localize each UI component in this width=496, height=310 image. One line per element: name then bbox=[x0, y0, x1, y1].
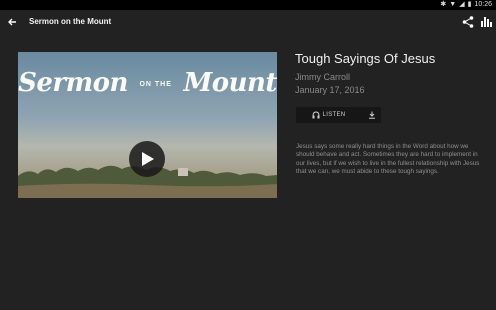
listen-label: LISTEN bbox=[322, 112, 346, 118]
sermon-description: Jesus says some really hard things in th… bbox=[296, 143, 480, 176]
sermon-speaker: Jimmy Carroll bbox=[295, 72, 350, 82]
share-button[interactable] bbox=[461, 15, 475, 29]
download-button[interactable] bbox=[363, 107, 381, 123]
play-button[interactable] bbox=[129, 141, 165, 177]
stats-button[interactable] bbox=[479, 15, 493, 29]
video-player[interactable]: Sermon ON THE Mount bbox=[18, 52, 277, 198]
wifi-icon: ▼ bbox=[449, 1, 457, 8]
listen-button[interactable]: LISTEN bbox=[296, 107, 361, 123]
app-bar: Sermon on the Mount bbox=[0, 10, 496, 34]
signal-icon: ◢ bbox=[459, 1, 465, 8]
sermon-title: Tough Sayings Of Jesus bbox=[295, 51, 436, 66]
arrow-back-icon bbox=[8, 18, 16, 26]
back-button[interactable] bbox=[4, 14, 20, 30]
video-title-art: Sermon ON THE Mount bbox=[18, 68, 277, 98]
bar-chart-icon bbox=[481, 17, 492, 27]
status-time: 10:26 bbox=[474, 1, 492, 8]
status-bar: ✱ ▼ ◢ ▮ 10:26 bbox=[0, 0, 496, 10]
video-title-word1: Sermon bbox=[18, 68, 128, 98]
download-icon bbox=[369, 111, 375, 119]
sermon-details: Tough Sayings Of Jesus Jimmy Carroll Jan… bbox=[295, 51, 485, 95]
play-icon bbox=[142, 152, 154, 166]
sermon-actions: LISTEN bbox=[296, 107, 381, 123]
battery-icon: ▮ bbox=[467, 1, 472, 8]
video-title-word2: Mount bbox=[183, 68, 277, 98]
page-title: Sermon on the Mount bbox=[29, 17, 112, 26]
sermon-date: January 17, 2016 bbox=[295, 85, 365, 95]
bluetooth-icon: ✱ bbox=[440, 1, 447, 8]
video-title-small: ON THE bbox=[139, 80, 172, 88]
share-icon bbox=[462, 16, 474, 28]
headphones-icon bbox=[312, 111, 320, 119]
